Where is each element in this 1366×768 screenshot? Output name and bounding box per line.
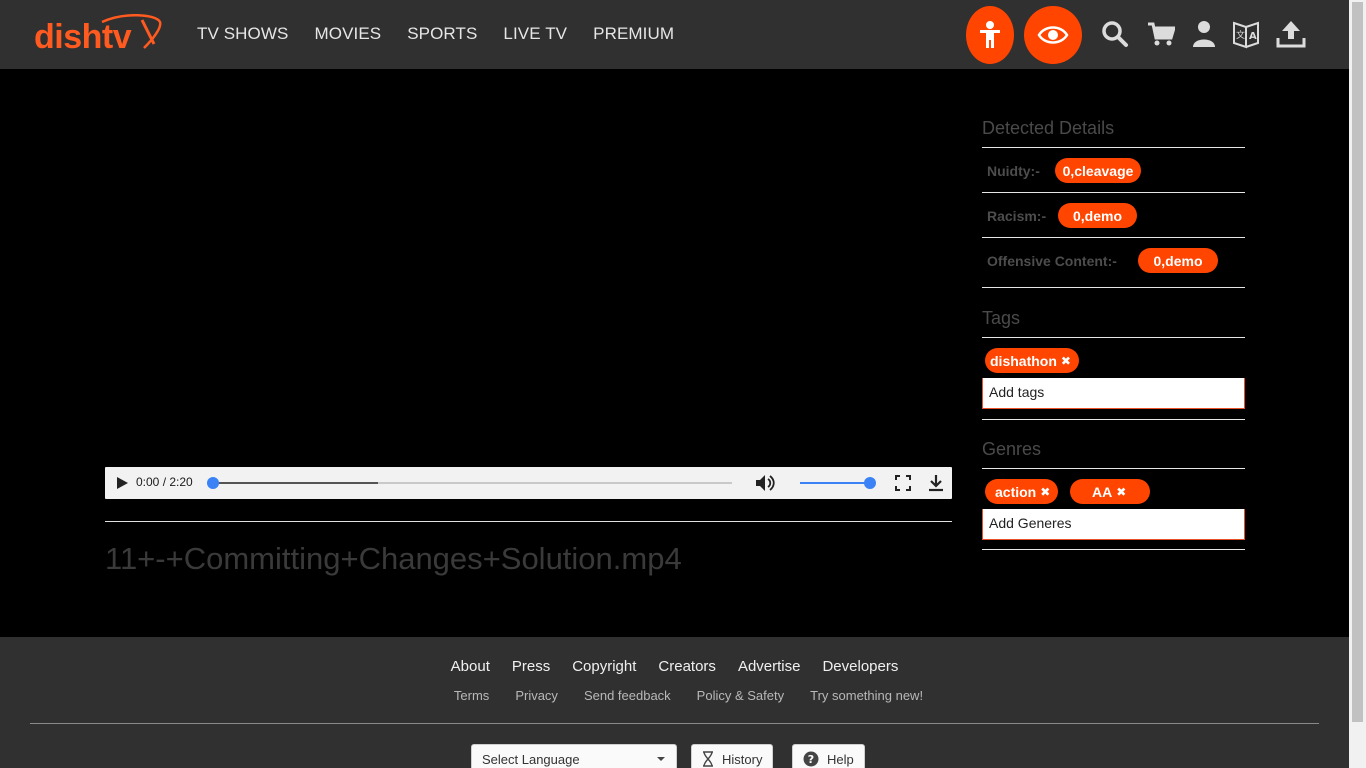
tags-rule	[982, 337, 1245, 338]
search-button[interactable]	[1100, 19, 1130, 49]
dishtv-logo[interactable]: dishtv	[34, 14, 164, 58]
tags-title: Tags	[982, 308, 1021, 328]
footer-link-about[interactable]: About	[451, 658, 490, 675]
nav-tv-shows[interactable]: TV SHOWS	[197, 24, 288, 44]
add-genres-input[interactable]: Add Generes	[982, 509, 1245, 540]
genres-title: Genres	[982, 439, 1042, 459]
history-button[interactable]: History	[691, 744, 774, 768]
logo-swoosh-icon	[101, 14, 162, 49]
footer-link-policy-safety[interactable]: Policy & Safety	[697, 688, 784, 703]
detected-details-title: Detected Details	[982, 118, 1115, 138]
cart-icon	[1148, 22, 1175, 46]
row-rule	[982, 192, 1245, 193]
volume-slider[interactable]	[800, 477, 876, 489]
nav-live-tv[interactable]: LIVE TV	[503, 24, 567, 44]
footer-link-creators[interactable]: Creators	[658, 658, 716, 675]
volume-icon[interactable]	[755, 474, 777, 492]
fullscreen-icon[interactable]	[895, 475, 911, 491]
footer-divider	[30, 723, 1319, 724]
genres-rule	[982, 468, 1245, 469]
footer-link-try-new[interactable]: Try something new!	[810, 688, 923, 703]
detected-rule	[982, 147, 1245, 148]
svg-text:A: A	[1249, 31, 1257, 42]
title-divider	[105, 521, 952, 522]
seek-knob[interactable]	[207, 477, 219, 489]
nudity-label: Nuidty:-	[987, 163, 1040, 179]
footer-link-press[interactable]: Press	[512, 658, 550, 675]
svg-text:文: 文	[1236, 29, 1245, 41]
remove-tag-icon[interactable]: ✖	[1061, 354, 1071, 368]
history-label: History	[722, 751, 763, 767]
upload-icon	[1276, 21, 1306, 48]
footer-link-privacy[interactable]: Privacy	[515, 688, 558, 703]
upload-button[interactable]	[1276, 19, 1306, 49]
tag-chip-label: dishathon	[990, 352, 1057, 369]
language-select[interactable]: Select Language	[471, 744, 677, 768]
video-title: 11+-+Committing+Changes+Solution.mp4	[105, 541, 682, 576]
translate-icon: 文 A	[1233, 21, 1259, 49]
footer-link-copyright[interactable]: Copyright	[572, 658, 636, 675]
user-button[interactable]	[1189, 19, 1219, 49]
nav-premium[interactable]: PREMIUM	[593, 24, 674, 44]
footer-primary-links: About Press Copyright Creators Advertise…	[0, 658, 1349, 675]
top-header: dishtv TV SHOWS MOVIES SPORTS LIVE TV PR…	[0, 0, 1349, 69]
search-icon	[1102, 21, 1128, 47]
cart-button[interactable]	[1146, 19, 1176, 49]
scrollbar-thumb[interactable]	[1352, 2, 1363, 722]
genre-chip: action ✖	[985, 479, 1059, 504]
footer-link-developers[interactable]: Developers	[822, 658, 898, 675]
user-icon	[1193, 21, 1215, 47]
genre-chip-label: action	[995, 483, 1037, 500]
play-icon[interactable]	[115, 476, 129, 490]
svg-text:?: ?	[808, 753, 814, 766]
main-nav: TV SHOWS MOVIES SPORTS LIVE TV PREMIUM	[197, 24, 700, 44]
footer-secondary-links: Terms Privacy Send feedback Policy & Saf…	[0, 688, 1349, 703]
row-rule	[982, 237, 1245, 238]
row-rule	[982, 287, 1245, 288]
page-scrollbar[interactable]	[1349, 0, 1366, 768]
kid-mode-icon	[980, 21, 1000, 48]
nav-movies[interactable]: MOVIES	[314, 24, 381, 44]
chevron-down-icon	[657, 757, 665, 761]
racism-badge: 0,demo	[1058, 203, 1137, 228]
language-select-label: Select Language	[482, 751, 580, 767]
nav-sports[interactable]: SPORTS	[407, 24, 477, 44]
kid-mode-button[interactable]	[966, 6, 1014, 64]
footer-link-send-feedback[interactable]: Send feedback	[584, 688, 671, 703]
remove-genre-icon[interactable]: ✖	[1116, 485, 1126, 499]
racism-label: Racism:-	[987, 208, 1047, 224]
footer-link-advertise[interactable]: Advertise	[738, 658, 801, 675]
time-display: 0:00 / 2:20	[136, 475, 193, 489]
offensive-label: Offensive Content:-	[987, 253, 1117, 269]
video-controls: 0:00 / 2:20	[105, 467, 952, 499]
genres-bottom-rule	[982, 549, 1245, 550]
translate-button[interactable]: 文 A	[1231, 19, 1261, 49]
nudity-badge: 0,cleavage	[1055, 158, 1141, 183]
add-tags-input[interactable]: Add tags	[982, 378, 1245, 409]
genre-chip-label: AA	[1092, 483, 1113, 500]
genre-chip: AA ✖	[1070, 479, 1150, 504]
help-label: Help	[827, 751, 854, 767]
seek-bar[interactable]	[207, 477, 732, 489]
tag-chip: dishathon ✖	[985, 348, 1079, 373]
eye-icon	[1037, 26, 1069, 44]
download-icon[interactable]	[927, 474, 945, 492]
help-button[interactable]: ? Help	[792, 744, 865, 768]
offensive-badge: 0,demo	[1138, 248, 1218, 273]
remove-genre-icon[interactable]: ✖	[1040, 485, 1050, 499]
eye-button[interactable]	[1024, 6, 1082, 64]
seek-buffered	[212, 482, 379, 484]
tags-bottom-rule	[982, 419, 1245, 420]
footer-link-terms[interactable]: Terms	[454, 688, 489, 703]
help-icon: ?	[803, 751, 819, 767]
hourglass-icon	[703, 751, 713, 767]
volume-knob[interactable]	[864, 477, 876, 489]
